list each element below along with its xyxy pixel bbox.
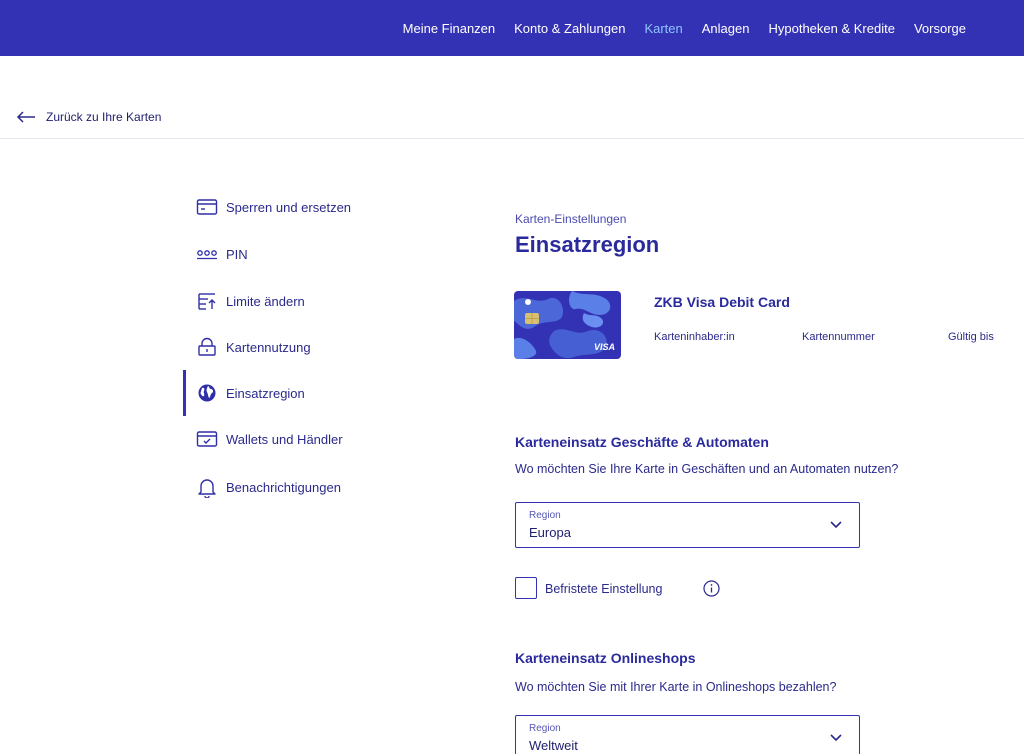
section-title-online: Karteneinsatz Onlineshops [515, 650, 696, 666]
nav-item-hypotheken-kredite[interactable]: Hypotheken & Kredite [768, 21, 894, 36]
sidebar-item-label: Limite ändern [226, 293, 305, 309]
chevron-down-icon [830, 734, 842, 742]
back-link-label: Zurück zu Ihre Karten [46, 110, 162, 124]
select-label: Region [529, 510, 561, 521]
page-title: Einsatzregion [515, 232, 660, 257]
select-value: Weltweit [529, 738, 578, 753]
nav-item-vorsorge[interactable]: Vorsorge [914, 21, 966, 36]
card-valid-label: Gültig bis [948, 331, 994, 343]
bell-icon [196, 476, 218, 498]
limit-icon [196, 290, 218, 312]
sidebar-item-wallets[interactable]: Wallets und Händler [196, 428, 343, 450]
section-question-online: Wo möchten Sie mit Ihrer Karte in Online… [515, 680, 837, 694]
lock-icon [196, 336, 218, 358]
sidebar-item-label: Wallets und Händler [226, 431, 343, 447]
sidebar-item-benachrichtigungen[interactable]: Benachrichtigungen [196, 476, 341, 498]
nav-item-anlagen[interactable]: Anlagen [702, 21, 750, 36]
temporary-setting-label[interactable]: Befristete Einstellung [545, 582, 662, 596]
region-select-online[interactable]: Region Weltweit [515, 715, 860, 754]
top-navigation: Meine Finanzen Konto & Zahlungen Karten … [0, 0, 1024, 56]
section-title-stores: Karteneinsatz Geschäfte & Automaten [515, 434, 769, 450]
section-question-stores: Wo möchten Sie Ihre Karte in Geschäften … [515, 462, 899, 476]
arrow-left-icon [16, 111, 35, 123]
select-label: Region [529, 723, 561, 734]
header-divider [0, 138, 1024, 139]
nav-item-konto-zahlungen[interactable]: Konto & Zahlungen [514, 21, 625, 36]
sidebar-item-sperren[interactable]: Sperren und ersetzen [196, 196, 351, 218]
sidebar-item-pin[interactable]: PIN [196, 243, 248, 265]
card-number-label: Kartennummer [802, 331, 875, 343]
info-icon[interactable] [703, 580, 720, 597]
globe-icon [196, 382, 218, 404]
sidebar-item-einsatzregion[interactable]: Einsatzregion [196, 382, 305, 404]
sidebar-item-label: Einsatzregion [226, 385, 305, 401]
sidebar-item-label: Benachrichtigungen [226, 479, 341, 495]
svg-text:VISA: VISA [594, 342, 615, 352]
back-link[interactable]: Zurück zu Ihre Karten [16, 110, 161, 124]
pin-dots-icon [196, 243, 218, 265]
card-holder-label: Karteninhaber:in [654, 331, 735, 343]
temporary-setting-checkbox[interactable] [515, 577, 537, 599]
sidebar-item-label: Sperren und ersetzen [226, 199, 352, 215]
wallet-icon [196, 428, 218, 450]
sidebar-item-kartennutzung[interactable]: Kartennutzung [196, 336, 311, 358]
region-select-stores[interactable]: Region Europa [515, 502, 860, 548]
card-block-icon [196, 196, 218, 218]
chevron-down-icon [830, 521, 842, 529]
card-image: VISA [514, 291, 621, 359]
page-overline: Karten-Einstellungen [515, 212, 627, 226]
nav-item-meine-finanzen[interactable]: Meine Finanzen [403, 21, 496, 36]
sidebar-item-label: Kartennutzung [226, 339, 311, 355]
nav-item-karten[interactable]: Karten [644, 21, 682, 36]
sidebar-item-limite[interactable]: Limite ändern [196, 290, 305, 312]
sidebar-item-label: PIN [226, 246, 248, 262]
select-value: Europa [529, 525, 571, 540]
active-indicator [183, 370, 186, 416]
card-name: ZKB Visa Debit Card [654, 294, 790, 310]
